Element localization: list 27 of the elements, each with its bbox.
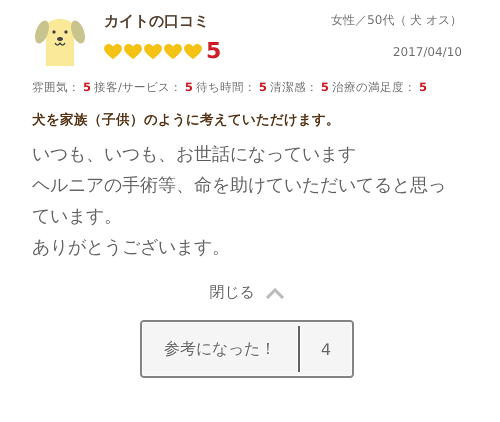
score-label: 待ち時間：: [196, 80, 256, 95]
review-text: ヘルニアの手術等、命を助けていただいてると思っています。: [32, 174, 447, 229]
review-text: ありがとうございます。: [32, 236, 231, 260]
review-text: いつも、いつも、お世話になっています: [32, 143, 357, 167]
helpful-button[interactable]: 参考になった！ 4: [140, 320, 354, 378]
reviewer-profile: 女性／50代（ 犬 オス）: [331, 12, 462, 29]
heart-icon: [104, 44, 122, 60]
score-value: 5: [184, 80, 193, 95]
score-label: 清潔感：: [270, 80, 318, 95]
score-value: 5: [258, 80, 267, 95]
review-date: 2017/04/10: [392, 45, 462, 59]
heart-icon: [184, 44, 202, 60]
score-label: 接客/サービス：: [94, 80, 182, 95]
heart-icon: [124, 44, 142, 60]
heart-icon: [164, 44, 182, 60]
score-value: 5: [83, 80, 92, 95]
chevron-up-icon: [264, 286, 284, 298]
heart-icon: [144, 44, 162, 60]
score-value: 5: [320, 80, 329, 95]
review-title: カイトの口コミ: [104, 11, 209, 31]
rating-value: 5: [206, 41, 222, 63]
score-label: 雰囲気：: [32, 80, 80, 95]
helpful-count: 4: [298, 326, 352, 372]
review-headline: 犬を家族（子供）のように考えていただけます。: [32, 111, 341, 129]
score-value: 5: [418, 80, 427, 95]
score-label: 治療の満足度：: [332, 80, 416, 95]
close-button[interactable]: 閉じる: [210, 283, 284, 302]
